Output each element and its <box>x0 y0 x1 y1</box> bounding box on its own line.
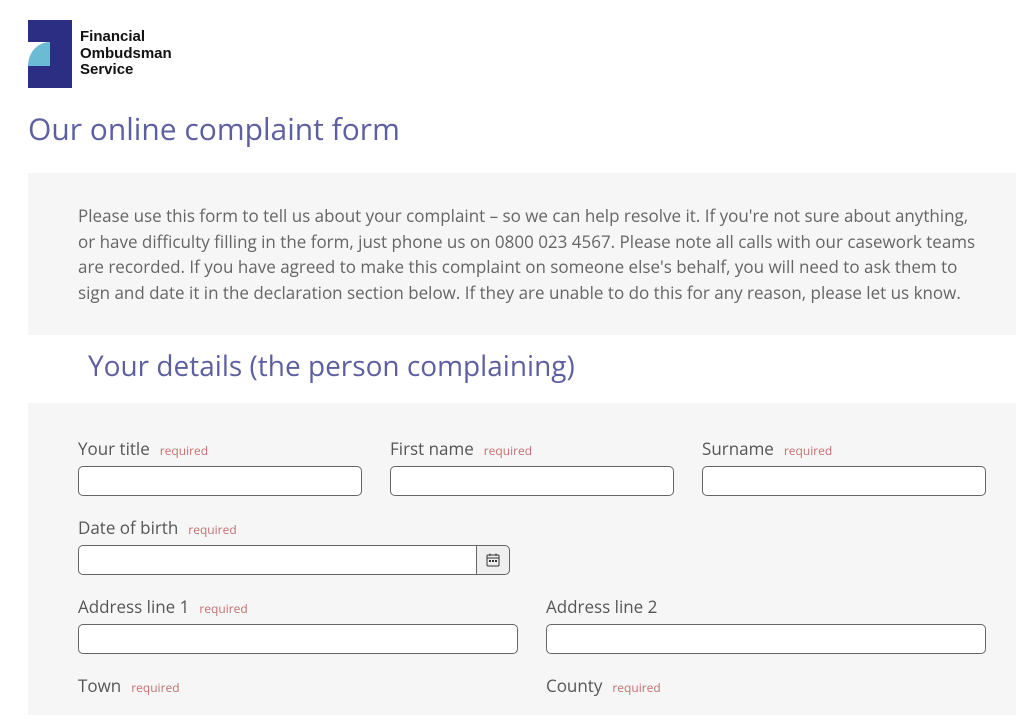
label-text-first-name: First name <box>390 437 474 460</box>
page-title-wrap: Our online complaint form <box>0 104 1024 173</box>
financial-ombudsman-logo-icon <box>28 20 72 88</box>
row-dob: Date of birth required <box>78 512 986 575</box>
row-town-county: Town required County required <box>78 670 986 703</box>
brand-logo: Financial Ombudsman Service <box>28 20 1024 88</box>
input-address-line-2[interactable] <box>546 624 986 654</box>
brand-wordmark: Financial Ombudsman Service <box>80 29 172 79</box>
calendar-button[interactable] <box>476 545 510 575</box>
label-text-date-of-birth: Date of birth <box>78 516 178 539</box>
brand-line-3: Service <box>80 62 172 79</box>
required-badge: required <box>131 679 179 696</box>
row-name: Your title required First name required … <box>78 433 986 496</box>
calendar-icon <box>486 553 500 567</box>
required-badge: required <box>188 521 236 538</box>
input-your-title[interactable] <box>78 466 362 496</box>
brand-line-1: Financial <box>80 29 172 46</box>
label-county: County required <box>546 674 986 697</box>
label-text-county: County <box>546 674 602 697</box>
label-address-line-1: Address line 1 required <box>78 595 518 618</box>
field-your-title: Your title required <box>78 433 362 496</box>
field-address-line-2: Address line 2 <box>546 591 986 654</box>
label-text-address-line-1: Address line 1 <box>78 595 189 618</box>
label-your-title: Your title required <box>78 437 362 460</box>
intro-panel: Please use this form to tell us about yo… <box>28 173 1016 335</box>
required-badge: required <box>199 600 247 617</box>
field-first-name: First name required <box>390 433 674 496</box>
required-badge: required <box>784 442 832 459</box>
label-town: Town required <box>78 674 518 697</box>
masthead: Financial Ombudsman Service <box>0 0 1024 104</box>
label-first-name: First name required <box>390 437 674 460</box>
section-your-details-heading: Your details (the person complaining) <box>88 347 1024 385</box>
your-details-form: Your title required First name required … <box>28 403 1016 715</box>
field-county: County required <box>546 670 986 703</box>
field-address-line-1: Address line 1 required <box>78 591 518 654</box>
page-title: Our online complaint form <box>28 108 1024 149</box>
required-badge: required <box>484 442 532 459</box>
input-date-of-birth[interactable] <box>78 545 476 575</box>
label-date-of-birth: Date of birth required <box>78 516 510 539</box>
required-badge: required <box>612 679 660 696</box>
intro-text: Please use this form to tell us about yo… <box>78 203 986 305</box>
field-date-of-birth: Date of birth required <box>78 512 510 575</box>
required-badge: required <box>160 442 208 459</box>
label-surname: Surname required <box>702 437 986 460</box>
input-address-line-1[interactable] <box>78 624 518 654</box>
brand-line-2: Ombudsman <box>80 46 172 63</box>
label-address-line-2: Address line 2 <box>546 595 986 618</box>
input-first-name[interactable] <box>390 466 674 496</box>
input-surname[interactable] <box>702 466 986 496</box>
label-text-surname: Surname <box>702 437 774 460</box>
label-text-your-title: Your title <box>78 437 150 460</box>
row-address: Address line 1 required Address line 2 <box>78 591 986 654</box>
date-input-group <box>78 545 510 575</box>
field-surname: Surname required <box>702 433 986 496</box>
label-text-town: Town <box>78 674 121 697</box>
field-town: Town required <box>78 670 518 703</box>
label-text-address-line-2: Address line 2 <box>546 595 657 618</box>
